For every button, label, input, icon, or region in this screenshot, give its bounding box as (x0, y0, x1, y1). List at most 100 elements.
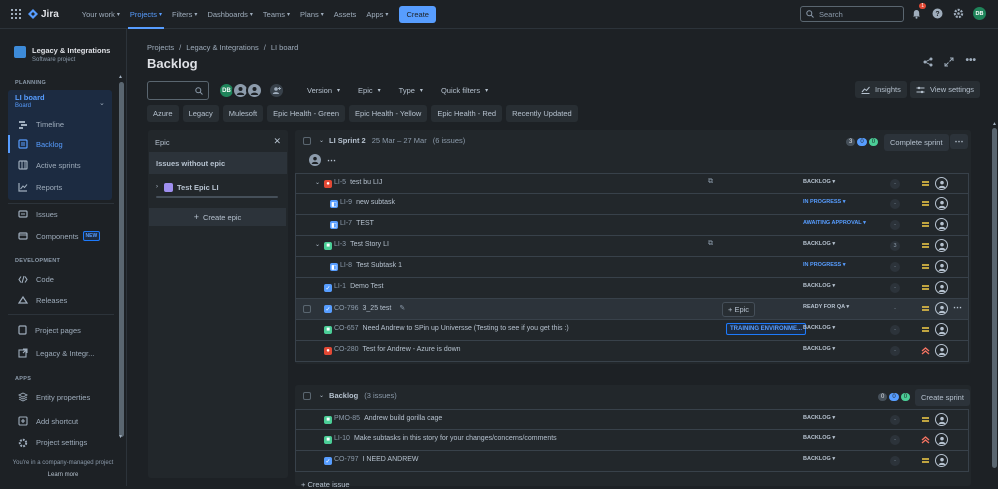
story-point-estimate[interactable]: - (890, 456, 900, 466)
pencil-icon[interactable]: ✎ (399, 305, 405, 312)
story-point-estimate[interactable]: 3 (890, 241, 900, 251)
epic-lozenge[interactable]: TRAINING ENVIRONME... (726, 323, 807, 335)
row-more-actions-icon[interactable]: ⋯ (953, 302, 962, 313)
issue-key-link[interactable]: LI-7 TEST (340, 220, 374, 227)
sidebar-item-entity-properties[interactable]: Entity properties (8, 388, 112, 406)
create-epic-button[interactable]: + Create epic (149, 208, 286, 226)
expand-icon[interactable] (944, 57, 954, 67)
issue-key-link[interactable]: CO-657 Need Andrew to SPin up Universse (… (334, 325, 569, 332)
child-issues-icon[interactable]: ⧉ (708, 178, 713, 186)
sidebar-item-releases[interactable]: Releases (8, 291, 112, 309)
learn-more-link[interactable]: Learn more (0, 472, 126, 478)
issue-key-link[interactable]: CO-796 3_25 test ✎ (334, 304, 405, 312)
story-point-estimate[interactable]: - (890, 346, 900, 356)
status-dropdown[interactable]: BACKLOG ▾ (803, 346, 835, 352)
board-switcher[interactable]: LI board Board (15, 93, 45, 109)
create-sprint-button[interactable]: Create sprint (915, 389, 970, 406)
status-dropdown[interactable]: BACKLOG ▾ (803, 241, 835, 247)
issues-without-epic[interactable]: Issues without epic (149, 152, 287, 174)
add-people-button[interactable] (268, 82, 285, 99)
sidebar-item-project-pages[interactable]: Project pages (8, 321, 112, 339)
chevron-right-icon[interactable]: › (156, 184, 158, 190)
assignee-avatar-icon[interactable] (935, 454, 948, 467)
row-checkbox[interactable] (303, 305, 311, 313)
assignee-avatar-icon[interactable] (935, 302, 948, 315)
table-row[interactable]: ◧ LI-9 new subtask IN PROGRESS ▾ - (295, 194, 969, 215)
chip-mulesoft[interactable]: Mulesoft (222, 105, 264, 122)
scroll-up-arrow-icon[interactable]: ▲ (992, 121, 997, 127)
chevron-down-icon[interactable]: ⌄ (99, 99, 105, 107)
chip-recently-updated[interactable]: Recently Updated (506, 105, 578, 122)
assignee-avatar-icon[interactable] (935, 218, 948, 231)
table-row[interactable]: ◧ LI-7 TEST AWAITING APPROVAL ▾ - (295, 215, 969, 236)
nav-teams[interactable]: Teams ▾ (258, 0, 295, 29)
table-row[interactable]: ◧ LI-8 Test Subtask 1 IN PROGRESS ▾ - (295, 257, 969, 278)
share-icon[interactable] (923, 57, 933, 67)
insights-button[interactable]: Insights (855, 81, 907, 98)
epic-filter[interactable]: Epic ▾ (355, 86, 384, 95)
sidebar-item-reports[interactable]: Reports (8, 178, 112, 196)
nav-dashboards[interactable]: Dashboards ▾ (202, 0, 257, 29)
backlog-search-input[interactable] (147, 81, 209, 100)
view-settings-button[interactable]: View settings (910, 81, 981, 98)
breadcrumb-projects[interactable]: Projects (147, 43, 174, 52)
status-dropdown[interactable]: AWAITING APPROVAL ▾ (803, 220, 866, 226)
sidebar-item-timeline[interactable]: Timeline (8, 115, 112, 133)
assignee-avatar-icon[interactable] (935, 260, 948, 273)
assignee-avatar-icon[interactable] (935, 344, 948, 357)
chevron-down-icon[interactable]: ⌄ (315, 179, 320, 186)
global-search-input[interactable]: Search (800, 6, 904, 22)
issue-key-link[interactable]: LI-5 test bu LIJ (334, 179, 382, 186)
issue-key-link[interactable]: CO-797 I NEED ANDREW (334, 456, 419, 463)
sidebar-item-project-settings[interactable]: Project settings (8, 434, 112, 448)
table-row[interactable]: ■ CO-657 Need Andrew to SPin up Universse … (295, 320, 969, 341)
assignee-avatar-icon[interactable] (935, 413, 948, 426)
status-dropdown[interactable]: BACKLOG ▾ (803, 435, 835, 441)
notifications-button[interactable]: 1 (910, 3, 926, 20)
nav-projects[interactable]: Projects ▾ (125, 0, 167, 29)
status-dropdown[interactable]: BACKLOG ▾ (803, 456, 835, 462)
version-filter[interactable]: Version ▾ (304, 86, 343, 95)
story-point-estimate[interactable]: - (890, 199, 900, 209)
assignee-avatar-icon[interactable] (935, 197, 948, 210)
sidebar-item-legacy-link[interactable]: Legacy & Integr... (8, 344, 112, 362)
breadcrumb-project[interactable]: Legacy & Integrations (186, 43, 259, 52)
nav-assets[interactable]: Assets (329, 0, 362, 29)
story-point-estimate[interactable]: - (890, 435, 900, 445)
quick-filters[interactable]: Quick filters ▾ (438, 86, 491, 95)
status-dropdown[interactable]: BACKLOG ▾ (803, 325, 835, 331)
create-button[interactable]: Create (399, 5, 436, 23)
story-point-estimate[interactable]: - (890, 304, 900, 314)
table-row[interactable]: ✓ CO-796 3_25 test ✎ + Epic READY FOR QA ▾ - ⋯ (295, 299, 969, 320)
assignee-avatar-icon[interactable] (935, 239, 948, 252)
table-row[interactable]: ✓ LI-1 Demo Test BACKLOG ▾ - (295, 278, 969, 299)
story-point-estimate[interactable]: - (890, 262, 900, 272)
child-issues-icon[interactable]: ⧉ (708, 240, 713, 248)
settings-button[interactable] (952, 7, 965, 20)
chip-azure[interactable]: Azure (147, 105, 179, 122)
issue-key-link[interactable]: LI-10 Make subtasks in this story for you… (334, 435, 557, 442)
status-dropdown[interactable]: BACKLOG ▾ (803, 283, 835, 289)
issue-key-link[interactable]: LI-1 Demo Test (334, 283, 383, 290)
chevron-down-icon[interactable]: ⌄ (319, 137, 324, 144)
assignee-avatar-icon[interactable] (935, 281, 948, 294)
story-point-estimate[interactable]: - (890, 415, 900, 425)
add-epic-button[interactable]: + Epic (722, 302, 756, 317)
avatar-unassigned-icon[interactable] (309, 154, 321, 166)
story-point-estimate[interactable]: - (890, 283, 900, 293)
complete-sprint-button[interactable]: Complete sprint (884, 134, 949, 151)
sidebar-item-code[interactable]: Code (8, 270, 112, 288)
status-dropdown[interactable]: IN PROGRESS ▾ (803, 262, 846, 268)
table-row[interactable]: ■ LI-10 Make subtasks in this story for yo… (295, 430, 969, 451)
table-row[interactable]: ⌄ ● LI-5 test bu LIJ ⧉ BACKLOG ▾ - (295, 173, 969, 194)
assignee-avatar-icon[interactable] (935, 177, 948, 190)
help-button[interactable]: ? (931, 7, 944, 20)
avatar-user-icon[interactable] (246, 82, 263, 99)
issue-key-link[interactable]: LI-3 Test Story LI (334, 241, 389, 248)
table-row[interactable]: ✓ CO-797 I NEED ANDREW BACKLOG ▾ - (295, 451, 969, 472)
nav-filters[interactable]: Filters ▾ (167, 0, 202, 29)
epic-item[interactable]: › Test Epic LI (149, 177, 287, 201)
nav-your-work[interactable]: Your work ▾ (77, 0, 125, 29)
close-icon[interactable]: ✕ (273, 136, 281, 147)
nav-plans[interactable]: Plans ▾ (295, 0, 329, 29)
